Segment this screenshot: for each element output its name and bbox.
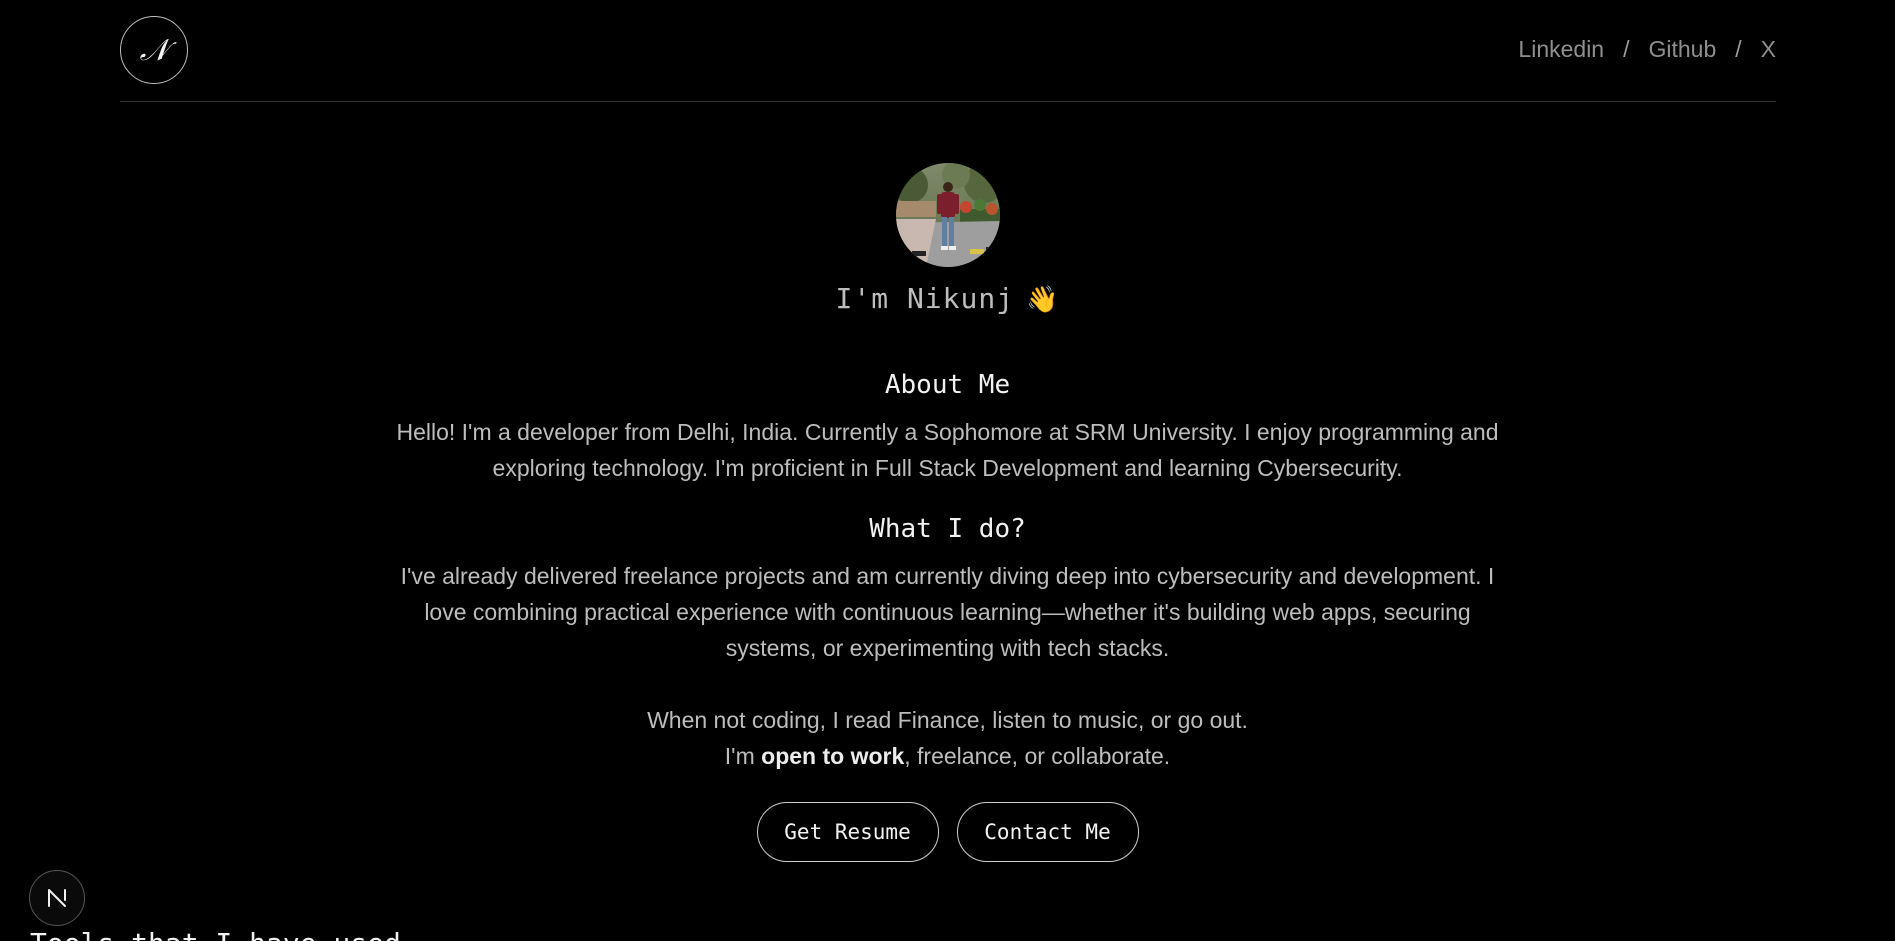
avatar-photo: [896, 163, 1000, 267]
logo-button[interactable]: 𝒩: [120, 16, 188, 84]
about-title: About Me: [884, 370, 1011, 400]
contact-me-button[interactable]: Contact Me: [956, 802, 1139, 862]
about-text: Hello! I'm a developer from Delhi, India…: [396, 419, 1499, 481]
social-nav: Linkedin / Github / X: [1518, 36, 1776, 63]
cta-buttons: Get Resume Contact Me: [0, 802, 1895, 862]
hobbies-text: When not coding, I read Finance, listen …: [647, 707, 1248, 733]
site-header: 𝒩 Linkedin / Github / X: [120, 0, 1776, 102]
logo-glyph: 𝒩: [139, 32, 169, 68]
wave-emoji: 👋: [1026, 285, 1060, 315]
what-title: What I do?: [869, 514, 1026, 544]
nav-separator: /: [1623, 36, 1630, 62]
open-prefix: I'm: [724, 743, 755, 769]
open-suffix: , freelance, or collaborate.: [904, 743, 1171, 769]
open-to-work-highlight: open to work: [761, 743, 905, 769]
tools-heading: Tools that I have used: [30, 927, 401, 941]
nav-link-x[interactable]: X: [1761, 36, 1776, 63]
nav-separator: /: [1735, 36, 1742, 62]
nextjs-logo-icon: [48, 889, 66, 907]
what-text: I've already delivered freelance project…: [400, 563, 1495, 661]
nav-link-linkedin[interactable]: Linkedin: [1518, 36, 1604, 63]
avatar: [896, 163, 1000, 267]
nav-link-github[interactable]: Github: [1649, 36, 1717, 63]
nextjs-dev-badge[interactable]: [29, 870, 85, 926]
open-to-work-text: I'm open to work, freelance, or collabor…: [390, 738, 1505, 774]
greeting: I'm Nikunj 👋: [0, 282, 1895, 315]
get-resume-button[interactable]: Get Resume: [756, 802, 939, 862]
portfolio-page: 𝒩 Linkedin / Github / X I'm Nikunj 👋 Abo…: [0, 0, 1895, 941]
greeting-text: I'm Nikunj: [835, 282, 1015, 315]
